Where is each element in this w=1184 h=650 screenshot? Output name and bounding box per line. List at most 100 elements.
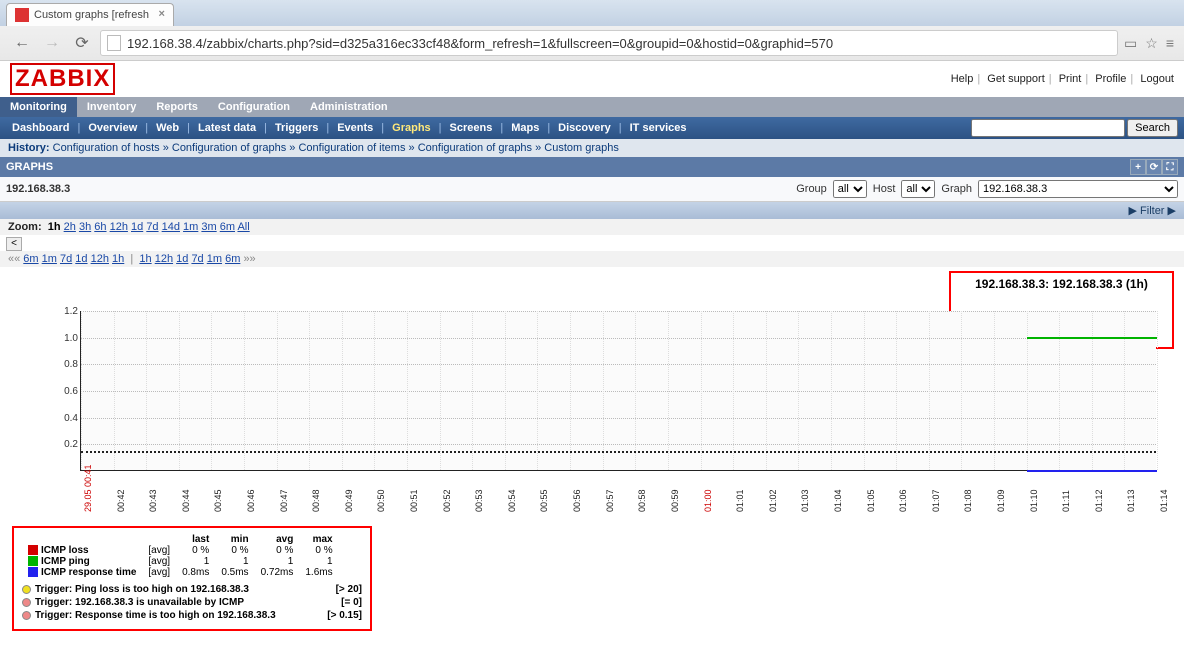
time-fwd[interactable]: 6m (225, 253, 240, 265)
menu-administration[interactable]: Administration (300, 97, 398, 117)
header-links: Help| Get support| Print| Profile| Logou… (951, 73, 1174, 85)
time-back[interactable]: 1d (75, 253, 87, 265)
history-crumb[interactable]: Configuration of graphs (418, 142, 532, 154)
history-crumb[interactable]: Custom graphs (544, 142, 619, 154)
time-back[interactable]: 6m (23, 253, 38, 265)
reset-icon[interactable]: ⟳ (1146, 159, 1162, 175)
history-crumb[interactable]: Configuration of hosts (53, 142, 160, 154)
zoom-bar: Zoom: 1h 2h 3h 6h 12h 1d 7d 14d 1m 3m 6m… (0, 219, 1184, 235)
legend-row: ICMP response time [avg] 0.8ms0.5ms0.72m… (22, 567, 339, 578)
swatch-icon (28, 556, 38, 566)
time-back[interactable]: 1m (42, 253, 57, 265)
filter-toggle[interactable]: ▶ Filter ▶ (1129, 204, 1176, 217)
forward-button[interactable]: → (40, 32, 64, 54)
main-menu: Monitoring Inventory Reports Configurati… (0, 97, 1184, 117)
legend-row: ICMP loss [avg] 0 %0 %0 %0 % (22, 545, 339, 556)
address-bar[interactable]: 192.168.38.4/zabbix/charts.php?sid=d325a… (100, 30, 1118, 56)
url-text: 192.168.38.4/zabbix/charts.php?sid=d325a… (127, 36, 833, 51)
graph-label: Graph (941, 183, 972, 195)
sub-it-services[interactable]: IT services (624, 120, 693, 136)
menu-monitoring[interactable]: Monitoring (0, 97, 77, 117)
sub-triggers[interactable]: Triggers (269, 120, 324, 136)
zoom-opt[interactable]: All (237, 221, 249, 233)
address-row: ← → ⟳ 192.168.38.4/zabbix/charts.php?sid… (0, 26, 1184, 60)
zoom-active[interactable]: 1h (48, 221, 61, 233)
reload-button[interactable]: ⟳ (70, 32, 94, 54)
history-label: History: (8, 142, 50, 154)
tab-title: Custom graphs [refresh (34, 9, 149, 21)
link-profile[interactable]: Profile (1095, 73, 1126, 85)
chart-area: 192.168.38.3: 192.168.38.3 (1h) last min… (0, 267, 1184, 637)
group-select[interactable]: all (833, 180, 867, 198)
sub-overview[interactable]: Overview (82, 120, 143, 136)
sub-web[interactable]: Web (150, 120, 185, 136)
sub-dashboard[interactable]: Dashboard (6, 120, 75, 136)
time-nav-row: «« 6m 1m 7d 1d 12h 1h | 1h 12h 1d 7d 1m … (0, 251, 1184, 267)
zoom-opt[interactable]: 3m (201, 221, 216, 233)
fullscreen-icon[interactable]: ⛶ (1162, 159, 1178, 175)
translate-icon[interactable]: ▭ (1124, 35, 1137, 52)
link-print[interactable]: Print (1059, 73, 1082, 85)
chart-plot[interactable] (80, 311, 1156, 471)
history-crumb[interactable]: Configuration of items (298, 142, 405, 154)
link-logout[interactable]: Logout (1140, 73, 1174, 85)
swatch-icon (28, 545, 38, 555)
filter-row: 192.168.38.3 Group all Host all Graph 19… (0, 177, 1184, 202)
add-favorite-icon[interactable]: + (1130, 159, 1146, 175)
zoom-opt[interactable]: 14d (162, 221, 180, 233)
sub-latest-data[interactable]: Latest data (192, 120, 262, 136)
time-fwd[interactable]: 1m (207, 253, 222, 265)
time-back[interactable]: 1h (112, 253, 124, 265)
bookmark-icon[interactable]: ☆ (1145, 35, 1158, 52)
history-crumb[interactable]: Configuration of graphs (172, 142, 286, 154)
zoom-opt[interactable]: 6h (94, 221, 106, 233)
sub-screens[interactable]: Screens (444, 120, 499, 136)
back-button[interactable]: ← (10, 32, 34, 54)
menu-inventory[interactable]: Inventory (77, 97, 147, 117)
menu-configuration[interactable]: Configuration (208, 97, 300, 117)
graphs-title: GRAPHS (6, 161, 53, 173)
zoom-opt[interactable]: 1m (183, 221, 198, 233)
time-back[interactable]: 12h (91, 253, 109, 265)
group-label: Group (796, 183, 827, 195)
time-fwd[interactable]: 7d (191, 253, 203, 265)
legend-row: ICMP ping [avg] 1111 (22, 556, 339, 567)
close-tab-icon[interactable]: × (159, 8, 165, 20)
zoom-opt[interactable]: 12h (110, 221, 128, 233)
host-title: 192.168.38.3 (6, 183, 70, 195)
search-box: Search (971, 119, 1178, 137)
sub-events[interactable]: Events (331, 120, 379, 136)
time-back[interactable]: 7d (60, 253, 72, 265)
sub-maps[interactable]: Maps (505, 120, 545, 136)
search-input[interactable] (971, 119, 1125, 137)
time-slider-collapse[interactable]: < (6, 237, 22, 251)
sub-graphs[interactable]: Graphs (386, 120, 437, 136)
menu-icon[interactable]: ≡ (1166, 35, 1174, 52)
sub-discovery[interactable]: Discovery (552, 120, 617, 136)
zoom-opt[interactable]: 2h (64, 221, 76, 233)
time-fwd[interactable]: 12h (155, 253, 173, 265)
zoom-opt[interactable]: 1d (131, 221, 143, 233)
menu-reports[interactable]: Reports (146, 97, 208, 117)
browser-chrome: Custom graphs [refresh × ← → ⟳ 192.168.3… (0, 0, 1184, 61)
trigger-icon (22, 598, 31, 607)
browser-tab[interactable]: Custom graphs [refresh × (6, 3, 174, 26)
host-label: Host (873, 183, 896, 195)
link-help[interactable]: Help (951, 73, 974, 85)
zoom-opt[interactable]: 7d (146, 221, 158, 233)
time-fwd[interactable]: 1h (139, 253, 151, 265)
graphs-bar: GRAPHS + ⟳ ⛶ (0, 157, 1184, 177)
host-select[interactable]: all (901, 180, 935, 198)
zabbix-logo: ZABBIX (10, 63, 115, 95)
swatch-icon (28, 567, 38, 577)
filter-link-row: ▶ Filter ▶ (0, 202, 1184, 219)
zoom-opt[interactable]: 6m (220, 221, 235, 233)
trigger-icon (22, 585, 31, 594)
search-button[interactable]: Search (1127, 119, 1178, 137)
col-max: max (299, 534, 338, 545)
link-get-support[interactable]: Get support (987, 73, 1044, 85)
trigger-row: Trigger: Ping loss is too high on 192.16… (22, 584, 362, 595)
graph-select[interactable]: 192.168.38.3 (978, 180, 1178, 198)
time-fwd[interactable]: 1d (176, 253, 188, 265)
zoom-opt[interactable]: 3h (79, 221, 91, 233)
